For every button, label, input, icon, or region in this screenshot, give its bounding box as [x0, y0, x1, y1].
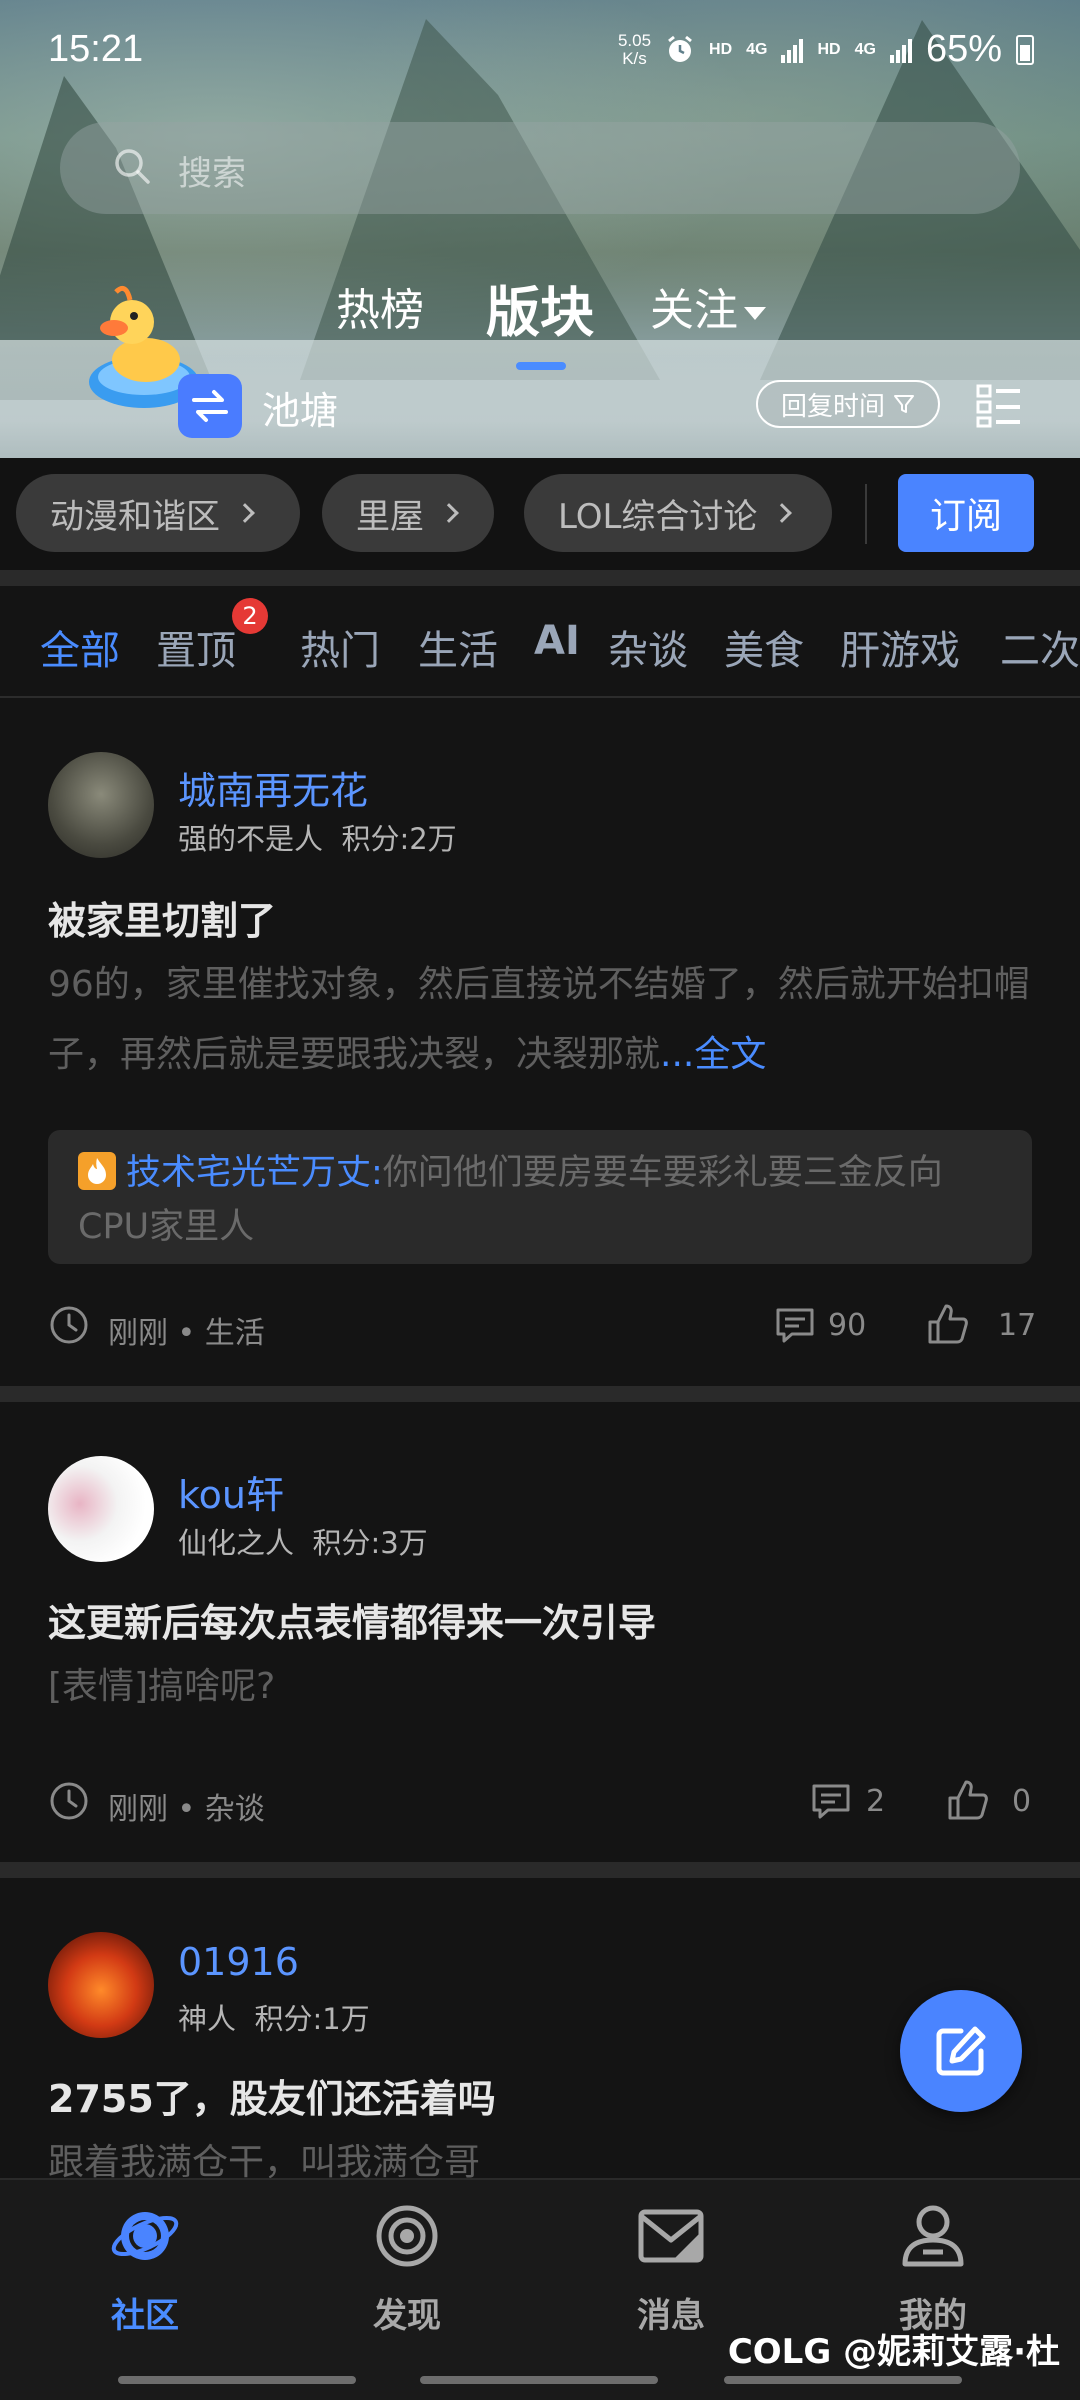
nav-discover[interactable]: 发现: [322, 2198, 492, 2348]
author-meta: 仙化之人 积分:3万: [178, 1526, 428, 1560]
category-tab-games[interactable]: 肝游戏: [840, 618, 960, 676]
chevron-right-icon: [439, 503, 459, 523]
author-meta: 神人 积分:1万: [178, 2002, 370, 2036]
filter-icon: [894, 395, 914, 413]
signal-icon: [781, 37, 804, 63]
tab-following[interactable]: 关注: [650, 274, 766, 338]
fire-icon: [78, 1152, 116, 1190]
hot-reply-preview[interactable]: 技术宅光芒万丈:你问他们要房要车要彩礼要三金反向CPU家里人: [48, 1130, 1032, 1264]
reply-author[interactable]: 技术宅光芒万丈:: [126, 1153, 383, 1193]
mail-icon: [638, 2209, 704, 2263]
network-type: 4G: [746, 40, 768, 58]
tab-hot[interactable]: 热榜: [336, 274, 424, 338]
post-time-tag: 刚刚 • 杂谈: [108, 1792, 265, 1827]
like-count: 17: [998, 1308, 1037, 1343]
caret-down-icon: [744, 306, 766, 320]
bottom-navigation: 社区 发现 消息 我的 COLG @妮莉艾露·杜: [0, 2178, 1080, 2400]
status-time: 15:21: [48, 28, 144, 70]
battery-percent: 65%: [925, 28, 1002, 70]
pinned-count-badge: 2: [232, 598, 268, 634]
active-tab-indicator: [516, 362, 566, 370]
post-excerpt: [表情]搞啥呢?: [48, 1666, 276, 1707]
post-footer: 刚刚 • 杂谈 2 0: [48, 1776, 1032, 1827]
read-more-link[interactable]: ...全文: [660, 1034, 766, 1075]
signal-icon: [889, 37, 912, 63]
divider: [0, 1386, 1080, 1402]
avatar[interactable]: [48, 752, 154, 858]
status-bar: 15:21 5.05 K/s HD 4G HD 4G 65%: [0, 0, 1080, 100]
nav-community[interactable]: 社区: [60, 2198, 230, 2348]
network-speed: 5.05 K/s: [617, 30, 652, 68]
post-time-tag: 刚刚 • 生活: [108, 1316, 265, 1351]
category-tab-chat[interactable]: 杂谈: [608, 618, 688, 676]
board-chip[interactable]: 动漫和谐区: [16, 474, 300, 552]
post-excerpt: 跟着我满仓干，叫我满仓哥: [48, 2142, 481, 2178]
alarm-icon: [668, 35, 692, 62]
category-tab-ai[interactable]: AI: [534, 618, 580, 664]
post-footer: 刚刚 • 生活 90 17: [48, 1300, 1036, 1351]
author-name[interactable]: 城南再无花: [178, 760, 368, 815]
hd-indicator: HD: [817, 40, 841, 58]
discover-icon: [376, 2205, 438, 2267]
post-card[interactable]: kou轩 仙化之人 积分:3万 这更新后每次点表情都得来一次引导 [表情]搞啥呢…: [0, 1402, 1080, 1862]
current-board-name[interactable]: 池塘: [262, 380, 338, 435]
tab-boards[interactable]: 版块: [486, 268, 594, 347]
post-title: 这更新后每次点表情都得来一次引导: [48, 1601, 657, 1645]
category-tab-all[interactable]: 全部: [40, 618, 120, 676]
author-name[interactable]: 01916: [178, 1940, 299, 1984]
category-tab-food[interactable]: 美食: [724, 618, 804, 676]
edit-icon: [936, 2026, 986, 2076]
chevron-right-icon: [772, 503, 793, 523]
search-input[interactable]: 搜索: [60, 122, 1020, 214]
divider: [865, 484, 867, 544]
status-indicators: 5.05 K/s HD 4G HD 4G 65%: [618, 28, 1034, 71]
category-tab-acg[interactable]: 二次: [1000, 618, 1080, 676]
subscribe-button[interactable]: 订阅: [898, 474, 1034, 552]
post-title: 被家里切割了: [48, 899, 277, 943]
comment-icon[interactable]: [774, 1304, 816, 1346]
network-type: 4G: [854, 40, 876, 58]
gesture-bar: [0, 2376, 1080, 2386]
board-chip[interactable]: LOL综合讨论: [524, 474, 832, 552]
category-tab-pinned[interactable]: 置顶: [156, 618, 236, 676]
hd-indicator: HD: [709, 40, 733, 58]
comment-count: 2: [866, 1784, 886, 1819]
like-count: 0: [1012, 1784, 1032, 1819]
comment-count: 90: [828, 1308, 867, 1343]
category-tab-life[interactable]: 生活: [418, 618, 498, 676]
avatar[interactable]: [48, 1456, 154, 1562]
header-banner: 15:21 5.05 K/s HD 4G HD 4G 65% 搜索 热榜 版块 …: [0, 0, 1080, 458]
sort-filter-button[interactable]: 回复时间: [756, 380, 940, 428]
battery-icon: [1016, 34, 1034, 65]
planet-icon: [111, 2212, 179, 2260]
subscribed-boards-strip: 动漫和谐区 里屋 LOL综合讨论 订阅: [0, 458, 1080, 570]
post-excerpt: 96的，家里催找对象，然后直接说不结婚了，然后就开始扣帽子，再然后就是要跟我决裂…: [48, 964, 1030, 1075]
swap-arrows-icon: [192, 390, 228, 422]
search-placeholder: 搜索: [178, 154, 246, 194]
avatar[interactable]: [48, 1932, 154, 2038]
divider: [0, 570, 1080, 586]
comment-icon[interactable]: [810, 1780, 852, 1822]
thumbs-up-icon[interactable]: [926, 1302, 970, 1346]
profile-icon: [902, 2205, 964, 2267]
post-card[interactable]: 城南再无花 强的不是人 积分:2万 被家里切割了 96的，家里催找对象，然后直接…: [0, 700, 1080, 1386]
category-tab-hot[interactable]: 热门: [300, 618, 380, 676]
board-chip[interactable]: 里屋: [322, 474, 494, 552]
author-meta: 强的不是人 积分:2万: [178, 822, 457, 856]
watermark: COLG @妮莉艾露·杜: [727, 2332, 1060, 2372]
search-icon: [115, 149, 150, 184]
switch-board-button[interactable]: [178, 374, 242, 438]
category-tabs: 全部 置顶 2 热门 生活 AI 杂谈 美食 肝游戏 二次: [0, 586, 1080, 698]
divider: [0, 1862, 1080, 1878]
chevron-right-icon: [235, 503, 255, 523]
list-layout-icon[interactable]: [976, 382, 1022, 428]
author-name[interactable]: kou轩: [178, 1464, 284, 1519]
thumbs-up-icon[interactable]: [946, 1778, 990, 1822]
clock-icon: [50, 1306, 88, 1344]
post-title: 2755了，股友们还活着吗: [48, 2077, 496, 2121]
compose-post-button[interactable]: [900, 1990, 1022, 2112]
clock-icon: [50, 1782, 88, 1820]
